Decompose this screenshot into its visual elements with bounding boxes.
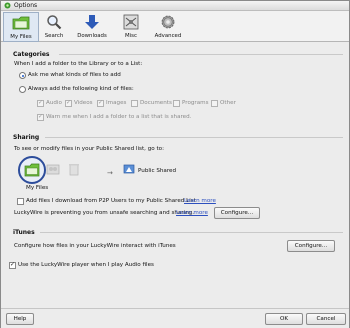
- checkbox-other-label: Other: [220, 100, 236, 106]
- misc-icon: [123, 14, 139, 30]
- checkbox-audio-label: Audio: [46, 100, 62, 106]
- radio-always-add-files-label: Always add the following kind of files:: [28, 86, 134, 92]
- itunes-text: Configure how files in your LuckyWire in…: [14, 243, 176, 249]
- categories-divider: [59, 54, 343, 55]
- radio-ask-file-types[interactable]: [19, 72, 26, 79]
- configure-sharing-button[interactable]: Configure...: [214, 207, 260, 219]
- gear-icon: [161, 15, 175, 29]
- tab-advanced-label: Advanced: [154, 33, 182, 39]
- checkbox-audio[interactable]: [37, 99, 44, 107]
- checkbox-add-p2p-downloads[interactable]: [17, 198, 24, 205]
- unsafe-sharing-text: LuckyWire is preventing you from unsafe …: [14, 210, 195, 216]
- checkbox-images-label: Images: [106, 100, 127, 106]
- checkbox-warn-shared[interactable]: [37, 113, 44, 121]
- learn-more-link-p2p[interactable]: Learn more: [184, 198, 216, 204]
- tab-downloads[interactable]: Downloads: [73, 12, 111, 40]
- tab-misc[interactable]: Misc: [116, 12, 146, 40]
- sharing-divider: [45, 137, 343, 138]
- checkbox-videos-label: Videos: [74, 100, 93, 106]
- checkbox-videos[interactable]: [65, 99, 72, 107]
- radio-ask-file-types-label: Ask me what kinds of files to add: [28, 72, 121, 78]
- tab-misc-label: Misc: [125, 33, 137, 39]
- options-window: Options My Files Search Downloads Misc A…: [0, 0, 350, 328]
- itunes-divider: [40, 232, 343, 233]
- public-shared-label: Public Shared: [138, 168, 177, 174]
- folder-icon: [24, 163, 40, 177]
- help-button[interactable]: Help: [6, 313, 34, 325]
- checkbox-programs-label: Programs: [182, 100, 209, 106]
- title-bar: Options: [1, 1, 349, 11]
- my-files-label: My Files: [26, 185, 49, 191]
- sharing-title: Sharing: [13, 134, 40, 141]
- tab-search[interactable]: Search: [39, 12, 69, 40]
- radio-always-add-files[interactable]: [19, 86, 26, 93]
- tab-my-files-label: My Files: [10, 34, 32, 40]
- checkbox-programs[interactable]: [173, 100, 180, 107]
- search-icon: [47, 15, 62, 30]
- public-shared-icon: [123, 164, 135, 174]
- checkbox-warn-shared-label: Warn me when I add a folder to a list th…: [46, 114, 192, 120]
- learn-more-link-unsafe[interactable]: Learn more: [176, 210, 208, 216]
- checkbox-use-luckywire-player-label: Use the LuckyWire player when I play Aud…: [18, 262, 154, 268]
- checkbox-add-p2p-downloads-label: Add files I download from P2P Users to m…: [26, 198, 196, 204]
- configure-itunes-button[interactable]: Configure...: [287, 240, 335, 252]
- tab-my-files[interactable]: My Files: [3, 12, 39, 42]
- checkbox-images[interactable]: [97, 99, 104, 107]
- ok-button[interactable]: OK: [265, 313, 303, 325]
- checkbox-use-luckywire-player[interactable]: [9, 261, 16, 269]
- categories-title: Categories: [13, 51, 50, 58]
- itunes-title: iTunes: [13, 229, 35, 236]
- tab-advanced[interactable]: Advanced: [150, 12, 186, 40]
- categories-prompt: When I add a folder to the Library or to…: [14, 61, 143, 67]
- library-icon: [46, 164, 60, 175]
- options-toolbar: My Files Search Downloads Misc Advanced: [1, 11, 349, 42]
- downloads-arrow-icon: [85, 15, 99, 29]
- app-logo-icon: [4, 2, 11, 9]
- tab-search-label: Search: [44, 33, 64, 39]
- tab-downloads-label: Downloads: [77, 33, 107, 39]
- sharing-prompt: To see or modify files in your Public Sh…: [14, 146, 164, 152]
- arrow-right-icon: →: [107, 169, 113, 177]
- checkbox-other[interactable]: [211, 100, 218, 107]
- my-files-shortcut[interactable]: [18, 156, 46, 184]
- trash-icon: [69, 164, 79, 176]
- checkbox-documents-label: Documents: [140, 100, 172, 106]
- checkbox-documents[interactable]: [131, 100, 138, 107]
- dialog-footer: Help OK Cancel: [1, 308, 349, 328]
- cancel-button[interactable]: Cancel: [306, 313, 346, 325]
- options-content: Categories When I add a folder to the Li…: [1, 42, 349, 308]
- window-title: Options: [14, 2, 38, 9]
- folder-icon: [12, 16, 30, 30]
